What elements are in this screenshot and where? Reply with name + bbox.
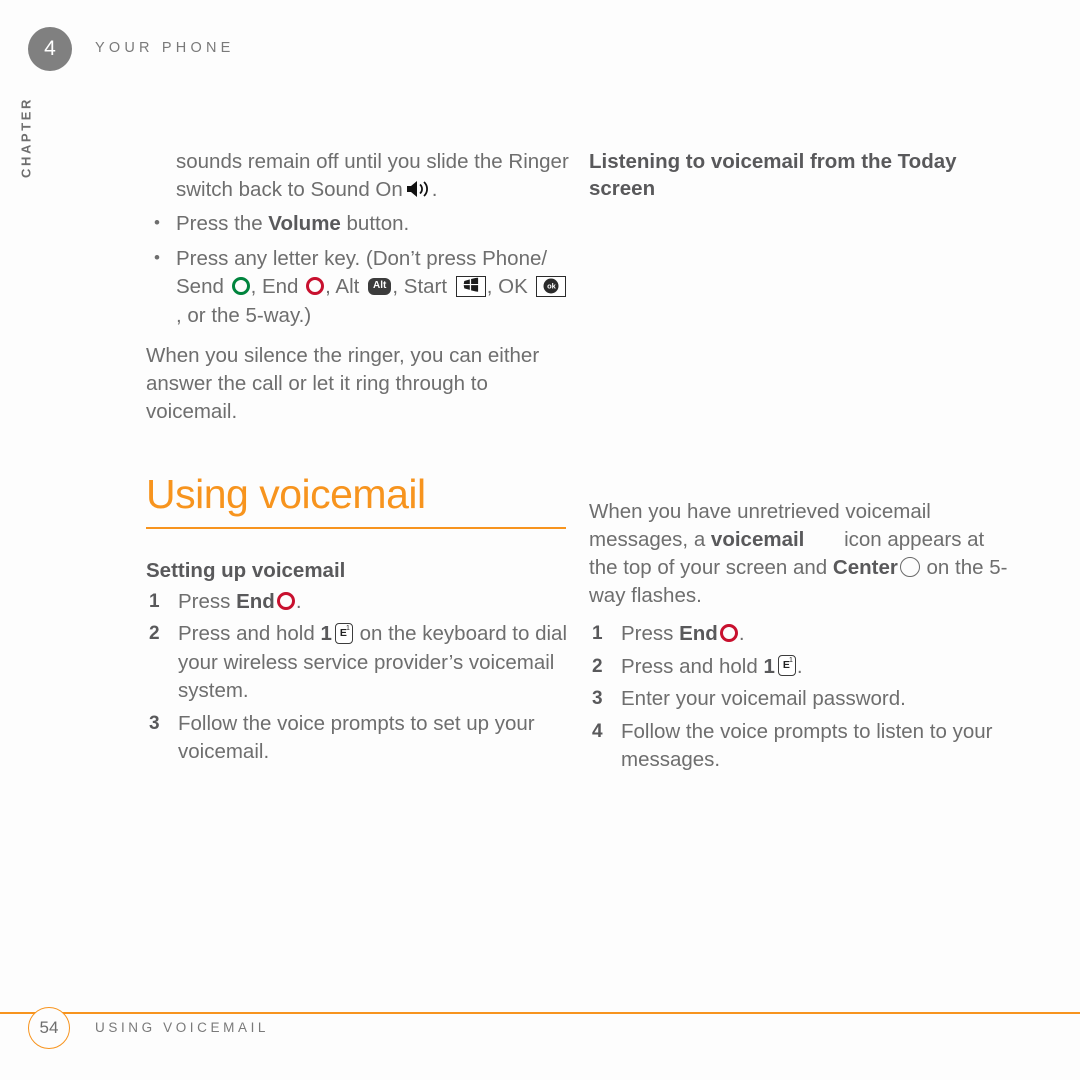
- setting-up-voicemail-heading: Setting up voicemail: [146, 558, 346, 582]
- bullet-1-post: button.: [340, 212, 410, 235]
- step-number: 1: [149, 590, 160, 612]
- bullet-2-mid-2: , Alt: [325, 275, 366, 298]
- header-title: YOUR PHONE: [95, 40, 235, 56]
- list-item: 2 Press and hold 1E1.: [589, 653, 1013, 682]
- list-item: Press the Volume button.: [146, 209, 570, 239]
- chapter-vertical-label: CHAPTER: [18, 96, 34, 179]
- r-step-4-text: Follow the voice prompts to listen to yo…: [621, 719, 993, 772]
- footer-divider: [0, 1012, 1080, 1014]
- page-number: 54: [39, 1018, 59, 1037]
- continued-paragraph: sounds remain off until you slide the Ri…: [146, 148, 570, 204]
- step-number: 4: [592, 720, 603, 742]
- voicemail-bold-1: voicemail: [710, 528, 805, 551]
- document-page: 4 YOUR PHONE CHAPTER sounds remain off u…: [0, 0, 1080, 1080]
- continued-line-1: sounds remain off until you slide the: [176, 150, 503, 173]
- chapter-number: 4: [44, 37, 56, 60]
- list-item: 1 Press End.: [146, 588, 570, 617]
- listening-voicemail-steps: 1 Press End. 2 Press and hold 1E1. 3 Enter …: [589, 620, 1013, 775]
- center-ring-icon: [899, 557, 920, 578]
- step-1-post: .: [295, 589, 302, 613]
- voicemail-intro-paragraph: When you have unretrieved voicemail mess…: [589, 498, 1013, 610]
- page-number-badge: 54: [28, 1007, 70, 1049]
- r-step-1-pre: Press: [621, 622, 680, 645]
- step-1-bold: End: [236, 589, 275, 613]
- list-item: 4 Follow the voice prompts to listen to y…: [589, 718, 1013, 775]
- e-key-superscript: 1: [788, 657, 793, 665]
- step-number: 1: [592, 623, 603, 644]
- e1-key-icon: E1: [777, 655, 796, 677]
- list-item: 3 Follow the voice prompts to set up your…: [146, 710, 570, 767]
- continued-line-2-post: .: [431, 178, 438, 201]
- ok-key-label: ok: [543, 278, 559, 294]
- speaker-sound-on-icon: [406, 179, 432, 199]
- bullet-2-post: , or the 5-way.): [176, 303, 312, 327]
- alt-key-icon: Alt: [368, 277, 392, 295]
- step-number: 3: [149, 712, 160, 734]
- ok-key-icon: ok: [536, 275, 567, 297]
- chapter-number-badge: 4: [28, 27, 72, 71]
- end-red-ring-icon: [306, 277, 325, 296]
- right-column: Listening to voicemail from the Today sc…: [589, 148, 1013, 779]
- list-item: 3 Enter your voicemail password.: [589, 685, 1013, 714]
- voicemail-bold-2: Center: [832, 556, 898, 579]
- list-item: 1 Press End.: [589, 620, 1013, 649]
- bullet-2-mid-1: , End: [250, 275, 305, 298]
- end-red-ring-icon: [719, 624, 738, 643]
- phone-send-green-ring-icon: [231, 277, 250, 296]
- list-item: Press any letter key. (Don’t press Phone…: [146, 244, 570, 331]
- r-step-2-post: .: [796, 654, 803, 678]
- step-1-pre: Press: [178, 589, 237, 613]
- step-2-pre: Press and hold: [178, 622, 321, 645]
- bullet-1-pre: Press the: [176, 212, 269, 235]
- e1-key-icon: E1: [334, 622, 353, 644]
- page-title: Using voicemail: [146, 471, 426, 517]
- step-number: 2: [149, 623, 160, 644]
- left-column: sounds remain off until you slide the Ri…: [146, 148, 570, 771]
- r-step-2-pre: Press and hold: [621, 654, 764, 678]
- step-3-text: Follow the voice prompts to set up your …: [178, 711, 535, 764]
- r-step-3-text: Enter your voicemail password.: [621, 687, 906, 710]
- silence-ringer-paragraph: When you silence the ringer, you can eit…: [146, 344, 540, 423]
- e-key-superscript: 1: [345, 624, 350, 632]
- bullet-2-mid-4: , OK: [486, 275, 534, 298]
- end-red-ring-icon: [276, 591, 295, 610]
- step-number: 2: [592, 655, 603, 677]
- setting-up-voicemail-steps: 1 Press End. 2 Press and hold 1E1 on the k…: [146, 588, 570, 767]
- step-2-bold: 1: [320, 622, 332, 645]
- silence-ringer-bullet-list: Press the Volume button. Press any lette…: [146, 209, 570, 331]
- start-windows-key-icon: [455, 275, 486, 297]
- windows-flag-glyph: [462, 272, 479, 301]
- r-step-1-post: .: [738, 622, 745, 645]
- r-step-1-bold: End: [679, 622, 718, 645]
- list-item: 2 Press and hold 1E1 on the keyboard to d…: [146, 620, 570, 706]
- listening-voicemail-heading: Listening to voicemail from the Today sc…: [589, 150, 957, 200]
- step-number: 3: [592, 688, 603, 709]
- bullet-1-bold: Volume: [268, 212, 341, 235]
- illustration-placeholder: [589, 202, 1013, 498]
- footer-title: USING VOICEMAIL: [95, 1020, 270, 1035]
- r-step-2-bold: 1: [763, 654, 775, 678]
- title-divider: [146, 527, 566, 529]
- bullet-2-mid-3: , Start: [392, 275, 453, 298]
- voicemail-status-icon: [804, 534, 838, 548]
